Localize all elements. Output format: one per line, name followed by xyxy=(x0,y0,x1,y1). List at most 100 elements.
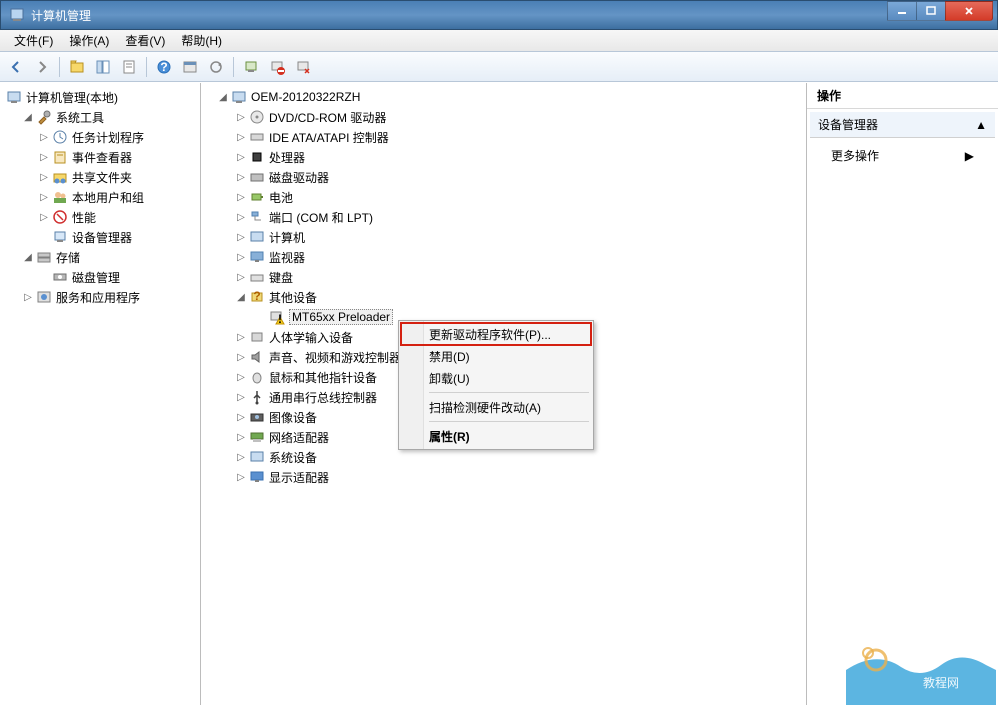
menu-action[interactable]: 操作(A) xyxy=(61,29,117,52)
expand-icon[interactable]: ▷ xyxy=(22,291,34,303)
usb-icon xyxy=(249,389,265,405)
expand-icon[interactable]: ▷ xyxy=(235,151,247,163)
expand-icon[interactable]: ▷ xyxy=(235,231,247,243)
device-ports[interactable]: ▷ 端口 (COM 和 LPT) xyxy=(201,207,806,227)
menu-view[interactable]: 查看(V) xyxy=(117,29,173,52)
ide-icon xyxy=(249,129,265,145)
device-keyboard[interactable]: ▷键盘 xyxy=(201,267,806,287)
device-monitor[interactable]: ▷ 监视器 xyxy=(201,247,806,267)
back-button[interactable] xyxy=(4,55,28,79)
tree-label: 声音、视频和游戏控制器 xyxy=(269,349,401,366)
expand-icon[interactable]: ▷ xyxy=(235,371,247,383)
expand-icon[interactable]: ▷ xyxy=(235,331,247,343)
device-battery[interactable]: ▷电池 xyxy=(201,187,806,207)
tree-root-local[interactable]: 计算机管理(本地) xyxy=(0,87,200,107)
uninstall-device-button[interactable] xyxy=(291,55,315,79)
forward-button[interactable] xyxy=(30,55,54,79)
view-button[interactable] xyxy=(178,55,202,79)
minimize-button[interactable] xyxy=(887,1,917,21)
expand-icon[interactable]: ▷ xyxy=(235,351,247,363)
tree-local-users[interactable]: ▷ 本地用户和组 xyxy=(0,187,200,207)
expand-icon[interactable]: ▷ xyxy=(235,391,247,403)
tree-services-apps[interactable]: ▷ 服务和应用程序 xyxy=(0,287,200,307)
tree-shared-folders[interactable]: ▷ 共享文件夹 xyxy=(0,167,200,187)
pc-icon xyxy=(249,229,265,245)
tree-task-scheduler[interactable]: ▷ 任务计划程序 xyxy=(0,127,200,147)
ctx-disable[interactable]: 禁用(D) xyxy=(401,345,591,367)
actions-section[interactable]: 设备管理器 ▲ xyxy=(810,112,995,138)
ctx-label: 扫描检测硬件改动(A) xyxy=(429,399,541,416)
show-hide-tree-button[interactable] xyxy=(91,55,115,79)
device-dvd[interactable]: ▷DVD/CD-ROM 驱动器 xyxy=(201,107,806,127)
expand-icon[interactable]: ▷ xyxy=(235,171,247,183)
other-icon: ? xyxy=(249,289,265,305)
collapse-icon[interactable]: ◢ xyxy=(217,91,229,103)
tree-label: 图像设备 xyxy=(269,409,317,426)
expand-icon[interactable]: ▷ xyxy=(235,271,247,283)
tree-event-viewer[interactable]: ▷ 事件查看器 xyxy=(0,147,200,167)
left-tree: 计算机管理(本地) ◢ 系统工具 ▷ 任务计划程序 ▷ 事件查看器 ▷ 共享文件… xyxy=(0,83,201,705)
collapse-icon[interactable]: ◢ xyxy=(22,251,34,263)
ctx-scan[interactable]: 扫描检测硬件改动(A) xyxy=(401,396,591,418)
tree-label: 存储 xyxy=(56,249,80,266)
expand-icon[interactable]: ▷ xyxy=(38,211,50,223)
clock-icon xyxy=(52,129,68,145)
expand-icon[interactable]: ▷ xyxy=(235,251,247,263)
expand-icon[interactable]: ▷ xyxy=(38,171,50,183)
system-icon xyxy=(249,449,265,465)
imaging-icon xyxy=(249,409,265,425)
expand-icon[interactable]: ▷ xyxy=(38,191,50,203)
device-root[interactable]: ◢ OEM-20120322RZH xyxy=(201,87,806,107)
collapse-icon[interactable]: ◢ xyxy=(235,291,247,303)
device-system[interactable]: ▷系统设备 xyxy=(201,447,806,467)
expand-icon[interactable]: ▷ xyxy=(235,451,247,463)
display-icon xyxy=(249,469,265,485)
up-button[interactable] xyxy=(65,55,89,79)
device-ide[interactable]: ▷IDE ATA/ATAPI 控制器 xyxy=(201,127,806,147)
submenu-arrow-icon: ▶ xyxy=(965,149,974,163)
device-display[interactable]: ▷显示适配器 xyxy=(201,467,806,487)
device-other[interactable]: ◢?其他设备 xyxy=(201,287,806,307)
device-disk[interactable]: ▷磁盘驱动器 xyxy=(201,167,806,187)
scan-hardware-button[interactable] xyxy=(239,55,263,79)
disable-device-button[interactable] xyxy=(265,55,289,79)
tree-label: MT65xx Preloader xyxy=(289,309,393,325)
expand-icon[interactable]: ▷ xyxy=(38,151,50,163)
expand-icon[interactable]: ▷ xyxy=(38,131,50,143)
tree-device-manager[interactable]: 设备管理器 xyxy=(0,227,200,247)
device-computer[interactable]: ▷计算机 xyxy=(201,227,806,247)
more-actions[interactable]: 更多操作 ▶ xyxy=(807,141,998,170)
tree-label: 网络适配器 xyxy=(269,429,329,446)
ctx-uninstall[interactable]: 卸载(U) xyxy=(401,367,591,389)
properties-button[interactable] xyxy=(117,55,141,79)
users-icon xyxy=(52,189,68,205)
tree-label: 监视器 xyxy=(269,249,305,266)
disk-mgmt-icon xyxy=(52,269,68,285)
refresh-button[interactable] xyxy=(204,55,228,79)
close-button[interactable] xyxy=(945,1,993,21)
expand-icon[interactable]: ▷ xyxy=(235,431,247,443)
expand-icon[interactable]: ▷ xyxy=(235,111,247,123)
ctx-update-driver[interactable]: 更新驱动程序软件(P)... xyxy=(401,323,591,345)
expand-icon[interactable]: ▷ xyxy=(235,131,247,143)
tree-storage[interactable]: ◢ 存储 xyxy=(0,247,200,267)
expand-icon[interactable]: ▷ xyxy=(235,411,247,423)
tree-label: 端口 (COM 和 LPT) xyxy=(269,209,373,226)
tree-label: 处理器 xyxy=(269,149,305,166)
expand-icon[interactable]: ▷ xyxy=(235,471,247,483)
menu-help[interactable]: 帮助(H) xyxy=(173,29,230,52)
svg-text:教程网: 教程网 xyxy=(923,675,959,690)
maximize-button[interactable] xyxy=(916,1,946,21)
tree-system-tools[interactable]: ◢ 系统工具 xyxy=(0,107,200,127)
menu-file[interactable]: 文件(F) xyxy=(6,29,61,52)
tree-label: 通用串行总线控制器 xyxy=(269,389,377,406)
collapse-icon[interactable]: ◢ xyxy=(22,111,34,123)
ctx-properties[interactable]: 属性(R) xyxy=(401,425,591,447)
expand-icon[interactable]: ▷ xyxy=(235,191,247,203)
tree-performance[interactable]: ▷ 性能 xyxy=(0,207,200,227)
menu-bar: 文件(F) 操作(A) 查看(V) 帮助(H) xyxy=(0,30,998,52)
tree-disk-management[interactable]: 磁盘管理 xyxy=(0,267,200,287)
expand-icon[interactable]: ▷ xyxy=(235,211,247,223)
help-button[interactable]: ? xyxy=(152,55,176,79)
device-cpu[interactable]: ▷ 处理器 xyxy=(201,147,806,167)
